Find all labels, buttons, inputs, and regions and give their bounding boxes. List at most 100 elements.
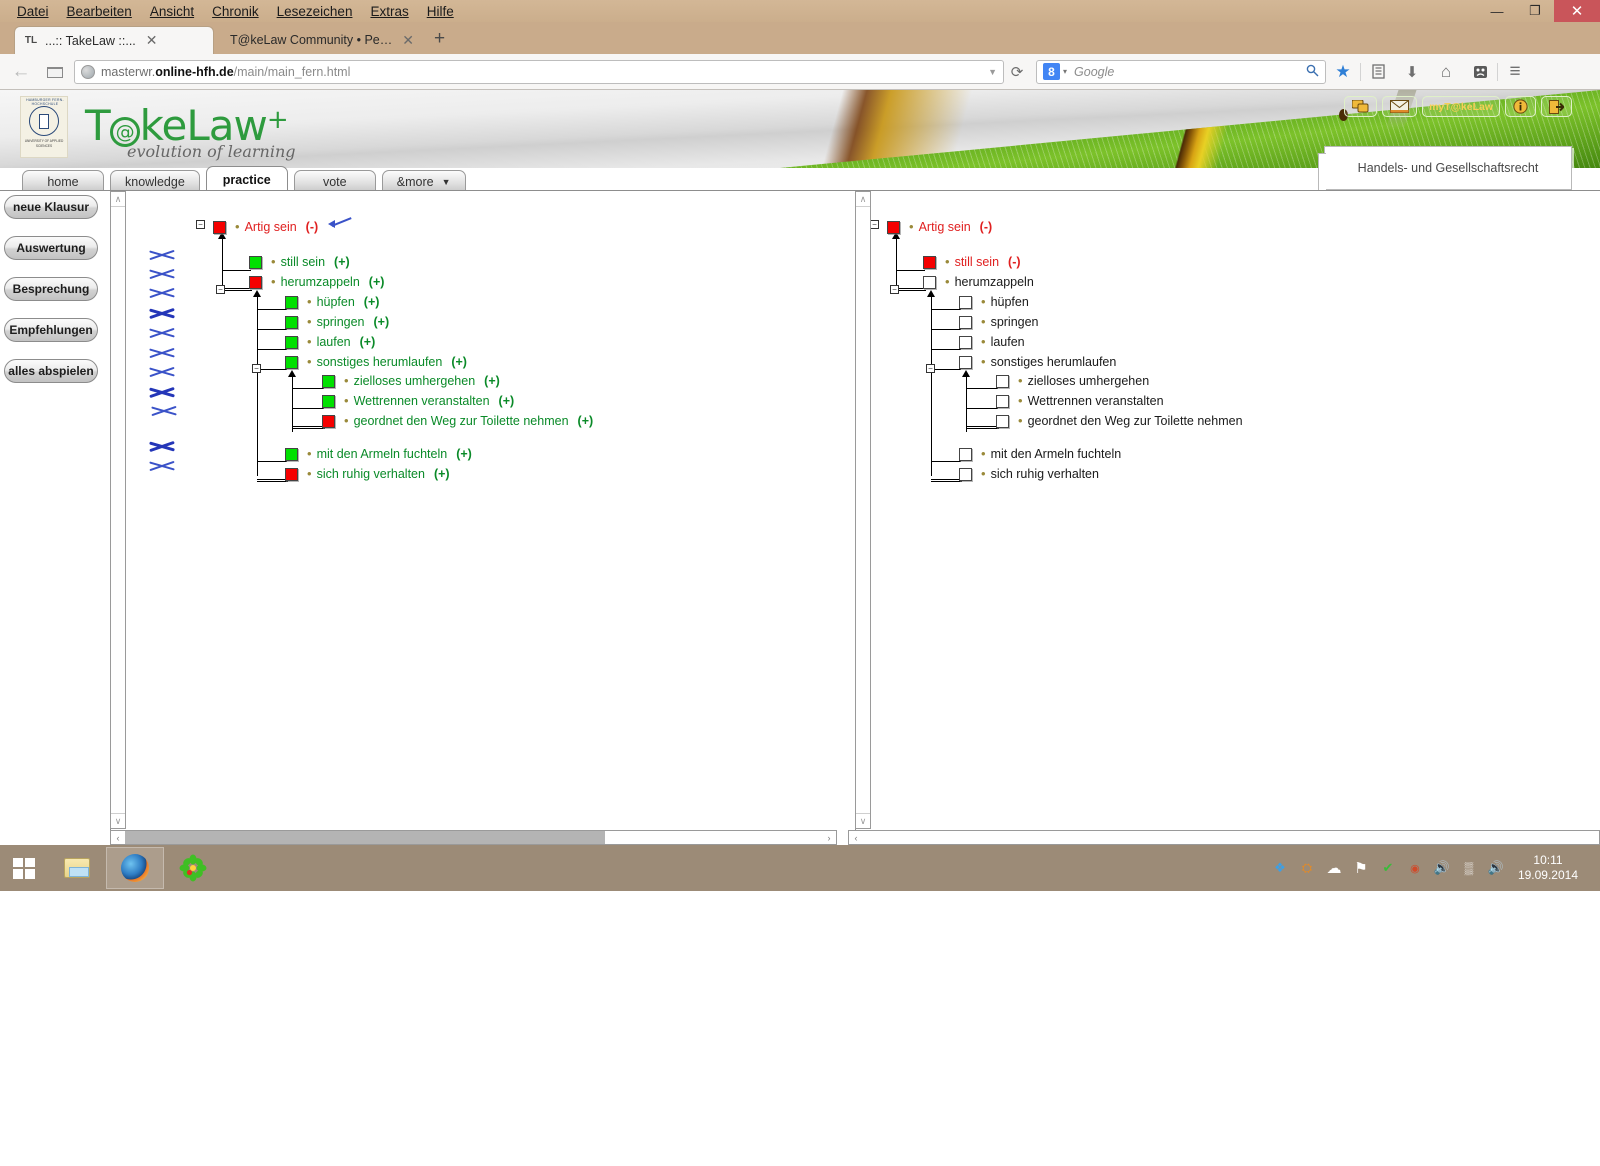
sad-face-icon[interactable]	[1463, 57, 1497, 87]
tree-node-zielloses-umhergehen[interactable]: • zielloses umhergehen (+)	[322, 371, 500, 391]
search-input[interactable]: Google	[1074, 65, 1114, 79]
hamburger-menu-icon[interactable]: ≡	[1498, 57, 1532, 87]
nav-tab-more[interactable]: &more ▼	[381, 170, 466, 192]
tree-node-huepfen[interactable]: • hüpfen (+)	[285, 292, 379, 312]
nav-tab-practice[interactable]: practice	[205, 166, 288, 192]
menu-bearbeiten[interactable]: Bearbeiten	[58, 2, 141, 21]
tree-node-sich-ruhig-verhalten[interactable]: • sich ruhig verhalten	[959, 464, 1099, 484]
user-shield-icon[interactable]: ⛭	[1298, 859, 1316, 877]
info-icon[interactable]	[1505, 96, 1536, 117]
tree-node-zielloses-umhergehen[interactable]: • zielloses umhergehen	[996, 371, 1149, 391]
back-button[interactable]: ←	[8, 59, 34, 85]
tab-close-icon[interactable]: ✕	[146, 32, 158, 49]
scroll-down-arrow-icon[interactable]: ∨	[856, 813, 870, 828]
tree-node-springen[interactable]: • springen	[959, 312, 1039, 332]
left-pane-horizontal-scrollbar[interactable]: ‹ ›	[110, 830, 837, 845]
nav-tab-home[interactable]: home	[22, 170, 104, 192]
chevron-down-icon[interactable]: ▾	[1063, 67, 1067, 76]
file-explorer-icon[interactable]	[48, 847, 106, 889]
scrollbar-thumb[interactable]	[125, 831, 605, 844]
browser-tab-takelaw[interactable]: TL ...:: TakeLaw ::... ✕	[14, 26, 214, 54]
tree-node-artig-sein[interactable]: • Artig sein (-)	[887, 217, 992, 237]
menu-extras[interactable]: Extras	[361, 2, 417, 21]
minimize-button[interactable]: —	[1478, 0, 1516, 22]
tree-node-sich-ruhig-verhalten[interactable]: • sich ruhig verhalten (+)	[285, 464, 450, 484]
tree-node-sonstiges-herumlaufen[interactable]: • sonstiges herumlaufen (+)	[285, 352, 467, 372]
nav-tab-vote[interactable]: vote	[293, 170, 376, 192]
tree-node-huepfen[interactable]: • hüpfen	[959, 292, 1029, 312]
tree-node-wettrennen[interactable]: • Wettrennen veranstalten	[996, 391, 1164, 411]
tree-expander-root[interactable]: −	[870, 220, 879, 229]
alles-abspielen-button[interactable]: alles abspielen	[4, 359, 98, 383]
tree-node-herumzappeln[interactable]: • herumzappeln (+)	[249, 272, 384, 292]
right-pane-horizontal-scrollbar[interactable]: ‹	[848, 830, 1600, 845]
chat-icon[interactable]	[1344, 96, 1378, 117]
menu-hilfe[interactable]: Hilfe	[418, 2, 463, 21]
alert-icon[interactable]: ◉	[1406, 859, 1424, 877]
volume-speaker-icon[interactable]: 🔊	[1433, 859, 1451, 877]
my-takelaw-button[interactable]: myT@keLaw	[1422, 96, 1500, 117]
flag-icon[interactable]: ⚑	[1352, 859, 1370, 877]
tree-node-springen[interactable]: • springen (+)	[285, 312, 389, 332]
menu-ansicht[interactable]: Ansicht	[141, 2, 203, 21]
nav-tab-knowledge[interactable]: knowledge	[110, 170, 200, 192]
tree-expander-sonstiges[interactable]: −	[252, 364, 261, 373]
tree-node-artig-sein[interactable]: • Artig sein (-)	[213, 217, 318, 237]
auswertung-button[interactable]: Auswertung	[4, 236, 98, 260]
search-icon[interactable]	[1306, 64, 1319, 80]
neue-klausur-button[interactable]: neue Klausur	[4, 195, 98, 219]
tree-expander-root[interactable]: −	[196, 220, 205, 229]
left-pane-vertical-scrollbar[interactable]: ∧ ∨	[110, 191, 126, 829]
menu-lesezeichen[interactable]: Lesezeichen	[268, 2, 362, 21]
tree-node-toilette[interactable]: • geordnet den Weg zur Toilette nehmen	[996, 411, 1243, 431]
besprechung-button[interactable]: Besprechung	[4, 277, 98, 301]
tree-expander-herumzappeln[interactable]: −	[216, 285, 225, 294]
checkmark-icon[interactable]: ✔	[1379, 859, 1397, 877]
mail-icon[interactable]	[1382, 96, 1418, 117]
scroll-down-arrow-icon[interactable]: ∨	[111, 813, 125, 828]
icq-icon[interactable]	[164, 847, 222, 889]
browser-tab-community[interactable]: T@keLaw Community • Persön... ✕	[222, 26, 422, 54]
empfehlungen-button[interactable]: Empfehlungen	[4, 318, 98, 342]
bookmark-star-icon[interactable]: ★	[1326, 57, 1360, 87]
downloads-icon[interactable]: ⬇	[1395, 57, 1429, 87]
scroll-right-arrow-icon[interactable]: ›	[822, 831, 836, 844]
tree-node-toilette[interactable]: • geordnet den Weg zur Toilette nehmen (…	[322, 411, 593, 431]
library-icon[interactable]	[1361, 57, 1395, 87]
right-pane-vertical-scrollbar[interactable]: ∧ ∨	[855, 191, 871, 829]
tree-node-herumzappeln[interactable]: • herumzappeln	[923, 272, 1034, 292]
scroll-left-arrow-icon[interactable]: ‹	[111, 831, 125, 844]
menu-datei[interactable]: Datei	[8, 2, 58, 21]
tab-close-icon[interactable]: ✕	[402, 32, 414, 49]
tree-expander-sonstiges[interactable]: −	[926, 364, 935, 373]
tree-node-laufen[interactable]: • laufen (+)	[285, 332, 375, 352]
scroll-up-arrow-icon[interactable]: ∧	[111, 192, 125, 207]
clock[interactable]: 10:11 19.09.2014	[1514, 853, 1590, 883]
tree-node-still-sein[interactable]: • still sein (+)	[249, 252, 350, 272]
tree-expander-herumzappeln[interactable]: −	[890, 285, 899, 294]
site-identity-button[interactable]	[44, 61, 66, 83]
logout-icon[interactable]	[1541, 96, 1572, 117]
dropbox-icon[interactable]: ❖	[1271, 859, 1289, 877]
cloud-icon[interactable]: ☁	[1325, 859, 1343, 877]
tree-node-sonstiges-herumlaufen[interactable]: • sonstiges herumlaufen	[959, 352, 1116, 372]
takelaw-logo[interactable]: T @ keLaw+ evolution of learning	[85, 98, 296, 162]
url-bar[interactable]: masterwr. online-hfh.de/main/main_fern.ht…	[74, 59, 1004, 84]
tree-node-still-sein[interactable]: • still sein (-)	[923, 252, 1021, 272]
scroll-up-arrow-icon[interactable]: ∧	[856, 192, 870, 207]
chevron-down-icon[interactable]: ▼	[988, 67, 997, 77]
menu-chronik[interactable]: Chronik	[203, 2, 268, 21]
home-icon[interactable]: ⌂	[1429, 57, 1463, 87]
start-button[interactable]	[0, 845, 48, 891]
tree-node-armeln-fuchteln[interactable]: • mit den Armeln fuchteln (+)	[285, 444, 472, 464]
tree-node-laufen[interactable]: • laufen	[959, 332, 1025, 352]
search-bar[interactable]: 8 ▾ Google	[1036, 59, 1326, 84]
firefox-icon[interactable]	[106, 847, 164, 889]
reload-button[interactable]: ⟳	[1004, 63, 1030, 81]
scroll-left-arrow-icon[interactable]: ‹	[849, 831, 863, 844]
volume-icon[interactable]: 🔊	[1487, 859, 1505, 877]
tree-node-wettrennen[interactable]: • Wettrennen veranstalten (+)	[322, 391, 514, 411]
network-icon[interactable]: ▒	[1460, 859, 1478, 877]
new-tab-button[interactable]: +	[434, 29, 445, 48]
restore-button[interactable]: ❐	[1516, 0, 1554, 22]
